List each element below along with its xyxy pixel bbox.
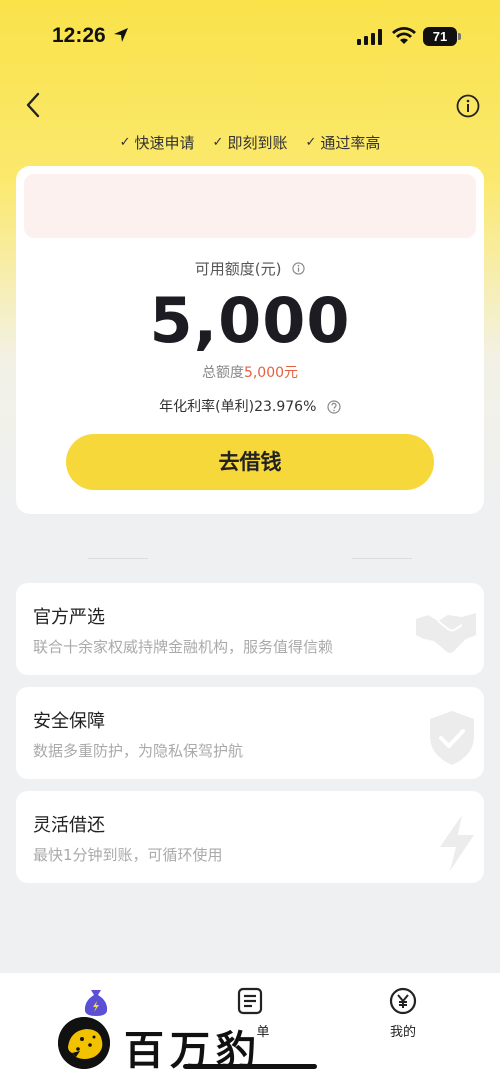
info-card-security: 安全保障 数据多重防护，为隐私保驾护航 (16, 687, 484, 779)
feature-label: 即刻到账 (227, 134, 288, 152)
info-card-title: 灵活借还 (33, 815, 105, 836)
total-credit: 总额度5,000元 (16, 362, 484, 382)
status-time: 12:26 (52, 24, 106, 47)
available-label-text: 可用额度(元) (194, 260, 282, 278)
total-credit-value: 5,000元 (243, 365, 299, 381)
feature-label: 通过率高 (320, 134, 381, 152)
total-credit-prefix: 总额度 (201, 365, 244, 381)
divider-left (88, 558, 148, 559)
feature-label: 快速申请 (134, 134, 195, 152)
promo-banner[interactable] (24, 174, 476, 238)
interest-rate-text: 年化利率(单利)23.976% (159, 399, 317, 415)
question-icon[interactable] (327, 400, 341, 414)
feature-item: ✓ 通过率高 (305, 132, 380, 153)
info-card-desc: 最快1分钟到账，可循环使用 (33, 846, 223, 864)
shield-check-icon (430, 711, 474, 765)
money-bag-icon (84, 990, 108, 1016)
status-bar: 12:26 71 (0, 0, 500, 70)
available-amount: 5,000 (149, 284, 351, 357)
check-icon: ✓ (305, 135, 317, 150)
info-card-desc: 联合十余家权威持牌金融机构，服务值得信赖 (33, 638, 334, 656)
info-small-icon[interactable] (292, 262, 305, 275)
wifi-icon (392, 27, 416, 44)
battery-tip (458, 33, 461, 40)
info-card-desc: 数据多重防护，为隐私保驾护航 (33, 742, 244, 760)
borrow-button[interactable]: 去借钱 (66, 434, 434, 490)
cellular-signal-icon (357, 29, 382, 45)
back-button[interactable] (20, 90, 48, 120)
check-icon: ✓ (212, 135, 224, 150)
interest-rate: 年化利率(单利)23.976% (16, 396, 484, 416)
available-credit-label: 可用额度(元) (16, 258, 484, 279)
feature-highlights: ✓ 快速申请 ✓ 即刻到账 ✓ 通过率高 (0, 132, 500, 153)
location-arrow-icon (114, 28, 128, 42)
info-card-title: 官方严选 (33, 607, 105, 628)
info-card-official: 官方严选 联合十余家权威持牌金融机构，服务值得信赖 (16, 583, 484, 675)
info-card-flexible: 灵活借还 最快1分钟到账，可循环使用 (16, 791, 484, 883)
yen-circle-icon (389, 987, 417, 1015)
battery-indicator: 71 (423, 27, 457, 46)
loan-card: 可用额度(元) 5,000 总额度5,000元 年化利率(单利)23.976% … (16, 166, 484, 514)
tab-label: 我的 (389, 1025, 416, 1040)
feature-item: ✓ 即刻到账 (213, 132, 288, 153)
home-indicator (183, 1064, 317, 1069)
info-button[interactable] (456, 94, 480, 118)
bill-icon (237, 987, 263, 1015)
handshake-icon (416, 613, 476, 653)
check-icon: ✓ (119, 135, 131, 150)
divider-right (352, 558, 412, 559)
tab-mine[interactable]: 我的 (373, 987, 433, 1040)
info-card-title: 安全保障 (33, 711, 105, 732)
feature-item: ✓ 快速申请 (120, 132, 195, 153)
lightning-icon (440, 815, 474, 871)
leopard-logo-icon (58, 1017, 110, 1069)
